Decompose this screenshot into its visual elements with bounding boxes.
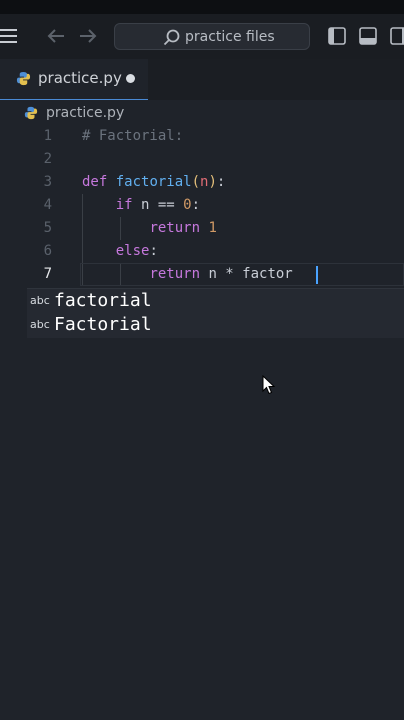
tab-practice-py[interactable]: practice.py <box>0 59 148 100</box>
word-suggestion-icon: abc <box>30 318 50 331</box>
search-icon <box>163 29 180 46</box>
line-number: 6 <box>43 243 52 259</box>
code-line: 4 if n == 0: <box>0 194 404 217</box>
editor-tab-bar: practice.py <box>0 59 404 100</box>
toggle-panel-icon[interactable] <box>359 27 377 45</box>
suggestion-label: factorial <box>54 290 152 311</box>
line-number: 1 <box>43 128 52 144</box>
python-file-icon <box>24 106 38 120</box>
vscode-window: practice files practice.py practice.py 1… <box>0 0 404 720</box>
code-line: 6 else: <box>0 240 404 263</box>
toggle-secondary-sidebar-icon[interactable] <box>390 27 404 45</box>
tab-label: practice.py <box>38 69 122 87</box>
mouse-pointer-icon <box>262 375 276 395</box>
menu-icon[interactable] <box>0 28 18 44</box>
title-bar: practice files <box>0 14 404 59</box>
suggestion-item[interactable]: abc factorial <box>27 289 404 313</box>
search-text: practice files <box>185 29 275 45</box>
code-line: 1 # Factorial: <box>0 125 404 148</box>
autocomplete-widget: abc factorial abc Factorial <box>27 288 404 338</box>
code-text: return n * factor <box>149 266 293 282</box>
code-text: def factorial(n): <box>82 174 226 190</box>
arrow-left-icon[interactable] <box>46 28 66 44</box>
suggestion-label: Factorial <box>54 314 152 335</box>
suggestion-item[interactable]: abc Factorial <box>27 313 404 337</box>
code-text: else: <box>115 243 158 259</box>
code-text: return 1 <box>149 220 217 236</box>
code-line-active: 7 return n * factor <box>0 263 404 286</box>
device-status-bar <box>0 0 404 14</box>
code-text: # Factorial: <box>82 128 184 144</box>
breadcrumb-file[interactable]: practice.py <box>46 105 124 121</box>
toggle-primary-sidebar-icon[interactable] <box>328 27 346 45</box>
line-number: 7 <box>43 266 52 282</box>
line-number: 5 <box>43 220 52 236</box>
line-number: 3 <box>43 174 52 190</box>
code-text: if n == 0: <box>115 197 201 213</box>
python-file-icon <box>16 71 31 86</box>
text-cursor <box>316 266 318 284</box>
code-line: 2 <box>0 148 404 171</box>
code-line: 5 return 1 <box>0 217 404 240</box>
breadcrumb: practice.py <box>0 100 404 126</box>
arrow-right-icon[interactable] <box>78 28 98 44</box>
code-line: 3 def factorial(n): <box>0 171 404 194</box>
command-center-search[interactable]: practice files <box>114 23 310 50</box>
unsaved-dot-icon[interactable] <box>126 74 135 83</box>
line-number: 4 <box>43 197 52 213</box>
word-suggestion-icon: abc <box>30 294 50 307</box>
line-number: 2 <box>43 151 52 167</box>
